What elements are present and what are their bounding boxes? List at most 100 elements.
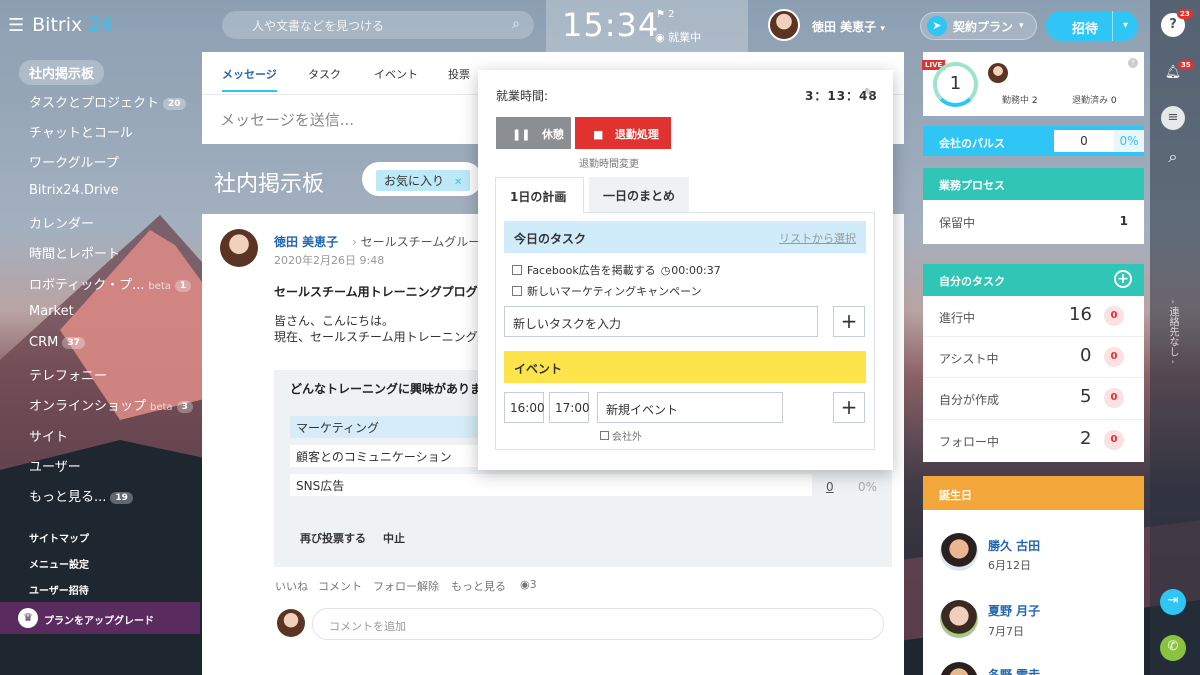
- unfollow-link[interactable]: フォロー解除: [373, 578, 439, 594]
- my-task-row[interactable]: 自分が作成 5 0: [923, 378, 1144, 420]
- like-link[interactable]: いいね: [275, 578, 308, 594]
- task-checkbox[interactable]: [512, 286, 522, 296]
- close-icon[interactable]: ✕: [454, 177, 462, 188]
- task-checkbox[interactable]: [512, 265, 522, 275]
- poll-option[interactable]: 顧客とのコミュニケーション: [290, 445, 480, 467]
- sidebar-item-more[interactable]: もっと見る... 19: [29, 486, 133, 505]
- birthday-name[interactable]: 夏野 月子: [988, 602, 1040, 619]
- search-icon[interactable]: ⌕: [512, 16, 520, 32]
- help-icon[interactable]: ?: [1128, 58, 1138, 68]
- tab-event[interactable]: イベント: [374, 66, 418, 82]
- open-lines-icon[interactable]: ⇥: [1160, 589, 1186, 615]
- chat-icon[interactable]: ≡: [1161, 106, 1185, 130]
- my-task-row[interactable]: アシスト中 0 0: [923, 337, 1144, 378]
- poll-option-count[interactable]: 0: [826, 480, 834, 494]
- upgrade-plan-button[interactable]: ♛ プランをアップグレード: [0, 602, 200, 634]
- tab-poll[interactable]: 投票: [448, 66, 470, 82]
- flag-icon: ⚑: [656, 9, 665, 20]
- invite-button[interactable]: 招待 ▾: [1046, 11, 1138, 41]
- birthday-header: 誕生日: [923, 476, 1144, 510]
- tab-message[interactable]: メッセージ: [222, 66, 277, 92]
- clock-out-button[interactable]: ■ 退勤処理: [575, 117, 671, 149]
- birthday-avatar[interactable]: [940, 533, 978, 571]
- sidebar-item-shop[interactable]: オンラインショップ beta 3: [29, 395, 193, 414]
- sidebar-item-workgroups[interactable]: ワークグループ: [29, 152, 119, 171]
- sidebar-item-sites[interactable]: サイト: [29, 426, 68, 445]
- app-logo[interactable]: ☰ Bitrix 24: [8, 14, 112, 36]
- rocket-icon: ➤: [927, 16, 947, 36]
- more-link[interactable]: もっと見る: [451, 578, 506, 594]
- sidebar-item-rpa[interactable]: ロボティック・プ... beta 1: [29, 274, 192, 293]
- pulse-widget[interactable]: 会社のパルス 0 0%: [923, 126, 1144, 156]
- filter-tag[interactable]: お気に入り ✕: [376, 170, 471, 191]
- checkbox[interactable]: [600, 431, 609, 440]
- sidebar-item-calendar[interactable]: カレンダー: [29, 213, 94, 232]
- plan-button[interactable]: ➤ 契約プラン ▾: [920, 12, 1037, 40]
- new-task-input[interactable]: 新しいタスクを入力: [504, 306, 818, 337]
- birthday-name[interactable]: 勝久 古田: [988, 537, 1040, 554]
- tab-day-plan[interactable]: 1日の計画: [495, 177, 584, 213]
- user-avatar[interactable]: [768, 9, 800, 41]
- stop-poll-button[interactable]: 中止: [383, 530, 405, 546]
- tab-day-summary[interactable]: 一日のまとめ: [589, 177, 689, 212]
- clock-time[interactable]: 15:34: [562, 6, 659, 44]
- search-icon[interactable]: ⌕: [1161, 145, 1185, 169]
- filter-field[interactable]: お気に入り ✕: [362, 162, 482, 196]
- event-start-time[interactable]: 16:00: [504, 392, 545, 423]
- sidebar-item-users[interactable]: ユーザー: [29, 456, 81, 475]
- chevron-down-icon: ▾: [880, 24, 885, 34]
- user-menu[interactable]: 徳田 美恵子 ▾: [812, 18, 885, 35]
- poll-option[interactable]: SNS広告: [290, 474, 812, 496]
- task-item[interactable]: Facebook広告を掲載する ◷ 00:00:37: [512, 262, 721, 278]
- my-tasks-title: 自分のタスク: [939, 275, 1005, 288]
- task-item[interactable]: 新しいマーケティングキャンペーン: [512, 283, 702, 299]
- my-task-row[interactable]: 進行中 16 0: [923, 296, 1144, 337]
- select-from-list-link[interactable]: リストから選択: [779, 230, 856, 246]
- sidebar-item-drive[interactable]: Bitrix24.Drive: [29, 183, 119, 198]
- add-task-button[interactable]: +: [833, 306, 865, 337]
- phone-icon[interactable]: ✆: [1160, 635, 1186, 661]
- search-input[interactable]: 人や文書などを見つける ⌕: [222, 11, 534, 39]
- post-body-line: 現在、セールスチーム用トレーニングプログラムを: [274, 330, 488, 344]
- event-name-input[interactable]: 新規イベント: [597, 392, 783, 423]
- event-end-time[interactable]: 17:00: [549, 392, 590, 423]
- invite-dropdown-icon[interactable]: ▾: [1112, 11, 1138, 41]
- task-label: 新しいマーケティングキャンペーン: [527, 285, 702, 298]
- logo-number: 24: [88, 14, 113, 36]
- revote-button[interactable]: 再び投票する: [300, 530, 366, 546]
- invite-users-link[interactable]: ユーザー招待: [29, 582, 89, 597]
- poll-option[interactable]: マーケティング: [290, 416, 480, 438]
- sidebar-item-market[interactable]: Market: [29, 304, 74, 319]
- comment-link[interactable]: コメント: [318, 578, 362, 594]
- sidebar-item-chat[interactable]: チャットとコール: [29, 122, 133, 141]
- sidebar-item-crm[interactable]: CRM 37: [29, 335, 85, 350]
- add-task-icon[interactable]: +: [1114, 270, 1132, 288]
- online-counter[interactable]: 1: [933, 62, 978, 107]
- notification-badge: 35: [1178, 60, 1194, 70]
- sidebar-item-time-reports[interactable]: 時間とレポート: [29, 243, 120, 262]
- tab-task[interactable]: タスク: [308, 66, 341, 82]
- pending-row[interactable]: 保留中 1: [923, 200, 1144, 244]
- post-destination[interactable]: › セールスチームグループ: [352, 233, 492, 250]
- my-task-row[interactable]: フォロー中 2 0: [923, 420, 1144, 462]
- birthday-name[interactable]: 冬野 雪走: [988, 666, 1040, 675]
- sidebar-item-telephony[interactable]: テレフォニー: [29, 365, 107, 384]
- sidebar-item-tasks[interactable]: タスクとプロジェクト 20: [29, 92, 186, 111]
- post-author[interactable]: 徳田 美恵子: [274, 233, 338, 250]
- menu-icon[interactable]: ☰: [8, 15, 24, 36]
- task-stat-label: アシスト中: [939, 352, 999, 366]
- comment-input[interactable]: コメントを追加: [312, 608, 884, 640]
- sitemap-link[interactable]: サイトマップ: [29, 530, 89, 545]
- task-stat-label: 自分が作成: [939, 393, 1000, 407]
- author-avatar[interactable]: [220, 229, 258, 267]
- pause-button[interactable]: ❚❚ 休憩: [496, 117, 571, 149]
- message-input[interactable]: メッセージを送信...: [220, 109, 354, 130]
- birthday-avatar[interactable]: [940, 600, 978, 638]
- online-user-avatar[interactable]: [988, 63, 1008, 83]
- add-event-button[interactable]: +: [833, 392, 865, 423]
- external-checkbox[interactable]: 会社外: [600, 428, 642, 443]
- change-time-link[interactable]: 退勤時間変更: [579, 155, 639, 170]
- pencil-icon[interactable]: ✎: [864, 86, 873, 99]
- menu-settings-link[interactable]: メニュー設定: [29, 556, 89, 571]
- sidebar-item-feed[interactable]: 社内掲示板: [19, 60, 105, 85]
